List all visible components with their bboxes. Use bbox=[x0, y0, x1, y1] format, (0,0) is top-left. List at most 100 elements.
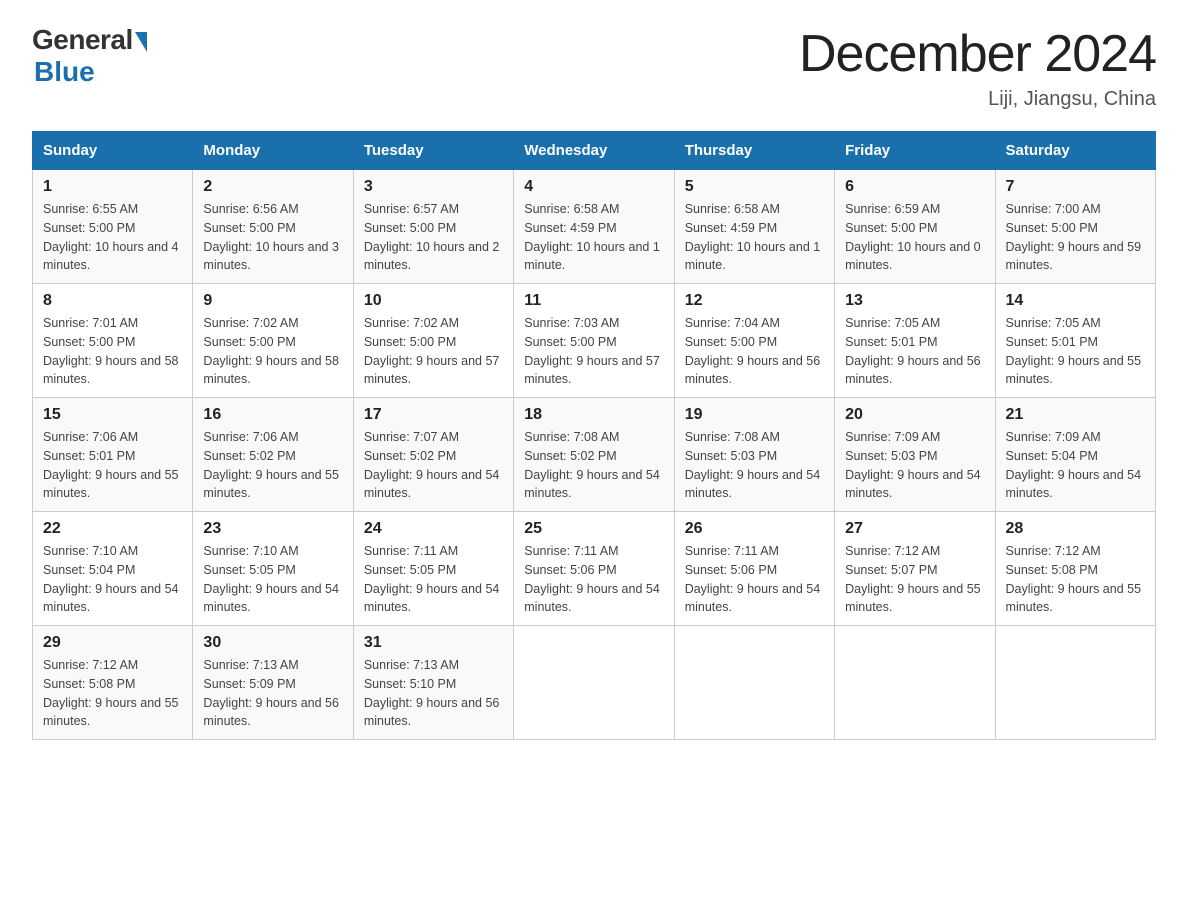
calendar-table: SundayMondayTuesdayWednesdayThursdayFrid… bbox=[32, 131, 1156, 740]
day-info: Sunrise: 6:58 AMSunset: 4:59 PMDaylight:… bbox=[524, 200, 663, 275]
header-friday: Friday bbox=[835, 132, 995, 170]
week-row-3: 15 Sunrise: 7:06 AMSunset: 5:01 PMDaylig… bbox=[33, 398, 1156, 512]
calendar-cell: 12 Sunrise: 7:04 AMSunset: 5:00 PMDaylig… bbox=[674, 284, 834, 398]
day-number: 25 bbox=[524, 520, 663, 538]
day-info: Sunrise: 7:11 AMSunset: 5:05 PMDaylight:… bbox=[364, 542, 503, 617]
calendar-cell: 17 Sunrise: 7:07 AMSunset: 5:02 PMDaylig… bbox=[353, 398, 513, 512]
day-info: Sunrise: 6:57 AMSunset: 5:00 PMDaylight:… bbox=[364, 200, 503, 275]
day-number: 24 bbox=[364, 520, 503, 538]
day-number: 29 bbox=[43, 634, 182, 652]
header-thursday: Thursday bbox=[674, 132, 834, 170]
day-info: Sunrise: 7:11 AMSunset: 5:06 PMDaylight:… bbox=[685, 542, 824, 617]
subtitle: Liji, Jiangsu, China bbox=[799, 88, 1156, 111]
calendar-cell: 26 Sunrise: 7:11 AMSunset: 5:06 PMDaylig… bbox=[674, 512, 834, 626]
day-number: 16 bbox=[203, 406, 342, 424]
calendar-cell: 2 Sunrise: 6:56 AMSunset: 5:00 PMDayligh… bbox=[193, 170, 353, 284]
day-number: 19 bbox=[685, 406, 824, 424]
calendar-cell: 9 Sunrise: 7:02 AMSunset: 5:00 PMDayligh… bbox=[193, 284, 353, 398]
calendar-cell bbox=[674, 626, 834, 740]
day-info: Sunrise: 6:56 AMSunset: 5:00 PMDaylight:… bbox=[203, 200, 342, 275]
day-info: Sunrise: 7:06 AMSunset: 5:02 PMDaylight:… bbox=[203, 428, 342, 503]
header-tuesday: Tuesday bbox=[353, 132, 513, 170]
calendar-cell: 10 Sunrise: 7:02 AMSunset: 5:00 PMDaylig… bbox=[353, 284, 513, 398]
day-info: Sunrise: 7:11 AMSunset: 5:06 PMDaylight:… bbox=[524, 542, 663, 617]
header-saturday: Saturday bbox=[995, 132, 1155, 170]
day-number: 1 bbox=[43, 178, 182, 196]
calendar-cell: 11 Sunrise: 7:03 AMSunset: 5:00 PMDaylig… bbox=[514, 284, 674, 398]
day-info: Sunrise: 7:02 AMSunset: 5:00 PMDaylight:… bbox=[364, 314, 503, 389]
logo: General Blue bbox=[32, 24, 147, 88]
calendar-header-row: SundayMondayTuesdayWednesdayThursdayFrid… bbox=[33, 132, 1156, 170]
header-sunday: Sunday bbox=[33, 132, 193, 170]
calendar-cell: 28 Sunrise: 7:12 AMSunset: 5:08 PMDaylig… bbox=[995, 512, 1155, 626]
day-number: 3 bbox=[364, 178, 503, 196]
title-section: December 2024 Liji, Jiangsu, China bbox=[799, 24, 1156, 111]
header-wednesday: Wednesday bbox=[514, 132, 674, 170]
day-info: Sunrise: 7:08 AMSunset: 5:03 PMDaylight:… bbox=[685, 428, 824, 503]
day-number: 11 bbox=[524, 292, 663, 310]
day-info: Sunrise: 7:01 AMSunset: 5:00 PMDaylight:… bbox=[43, 314, 182, 389]
calendar-cell: 6 Sunrise: 6:59 AMSunset: 5:00 PMDayligh… bbox=[835, 170, 995, 284]
day-info: Sunrise: 7:06 AMSunset: 5:01 PMDaylight:… bbox=[43, 428, 182, 503]
day-info: Sunrise: 6:55 AMSunset: 5:00 PMDaylight:… bbox=[43, 200, 182, 275]
day-number: 13 bbox=[845, 292, 984, 310]
day-info: Sunrise: 7:05 AMSunset: 5:01 PMDaylight:… bbox=[1006, 314, 1145, 389]
day-number: 22 bbox=[43, 520, 182, 538]
calendar-cell: 25 Sunrise: 7:11 AMSunset: 5:06 PMDaylig… bbox=[514, 512, 674, 626]
calendar-cell: 31 Sunrise: 7:13 AMSunset: 5:10 PMDaylig… bbox=[353, 626, 513, 740]
day-info: Sunrise: 7:05 AMSunset: 5:01 PMDaylight:… bbox=[845, 314, 984, 389]
day-number: 7 bbox=[1006, 178, 1145, 196]
day-number: 28 bbox=[1006, 520, 1145, 538]
week-row-2: 8 Sunrise: 7:01 AMSunset: 5:00 PMDayligh… bbox=[33, 284, 1156, 398]
calendar-cell: 13 Sunrise: 7:05 AMSunset: 5:01 PMDaylig… bbox=[835, 284, 995, 398]
day-number: 26 bbox=[685, 520, 824, 538]
day-info: Sunrise: 7:13 AMSunset: 5:09 PMDaylight:… bbox=[203, 656, 342, 731]
day-number: 18 bbox=[524, 406, 663, 424]
day-number: 6 bbox=[845, 178, 984, 196]
calendar-cell bbox=[995, 626, 1155, 740]
day-number: 23 bbox=[203, 520, 342, 538]
day-number: 20 bbox=[845, 406, 984, 424]
calendar-cell: 20 Sunrise: 7:09 AMSunset: 5:03 PMDaylig… bbox=[835, 398, 995, 512]
calendar-cell: 16 Sunrise: 7:06 AMSunset: 5:02 PMDaylig… bbox=[193, 398, 353, 512]
calendar-cell bbox=[835, 626, 995, 740]
day-info: Sunrise: 6:59 AMSunset: 5:00 PMDaylight:… bbox=[845, 200, 984, 275]
calendar-cell: 23 Sunrise: 7:10 AMSunset: 5:05 PMDaylig… bbox=[193, 512, 353, 626]
day-number: 27 bbox=[845, 520, 984, 538]
calendar-cell: 18 Sunrise: 7:08 AMSunset: 5:02 PMDaylig… bbox=[514, 398, 674, 512]
day-number: 17 bbox=[364, 406, 503, 424]
calendar-cell: 4 Sunrise: 6:58 AMSunset: 4:59 PMDayligh… bbox=[514, 170, 674, 284]
day-info: Sunrise: 7:03 AMSunset: 5:00 PMDaylight:… bbox=[524, 314, 663, 389]
day-info: Sunrise: 7:10 AMSunset: 5:04 PMDaylight:… bbox=[43, 542, 182, 617]
calendar-cell: 14 Sunrise: 7:05 AMSunset: 5:01 PMDaylig… bbox=[995, 284, 1155, 398]
day-info: Sunrise: 7:09 AMSunset: 5:03 PMDaylight:… bbox=[845, 428, 984, 503]
calendar-cell: 5 Sunrise: 6:58 AMSunset: 4:59 PMDayligh… bbox=[674, 170, 834, 284]
day-number: 10 bbox=[364, 292, 503, 310]
header-monday: Monday bbox=[193, 132, 353, 170]
calendar-cell bbox=[514, 626, 674, 740]
day-number: 31 bbox=[364, 634, 503, 652]
day-info: Sunrise: 6:58 AMSunset: 4:59 PMDaylight:… bbox=[685, 200, 824, 275]
day-number: 14 bbox=[1006, 292, 1145, 310]
calendar-cell: 21 Sunrise: 7:09 AMSunset: 5:04 PMDaylig… bbox=[995, 398, 1155, 512]
day-info: Sunrise: 7:13 AMSunset: 5:10 PMDaylight:… bbox=[364, 656, 503, 731]
logo-general-text: General bbox=[32, 24, 133, 56]
day-info: Sunrise: 7:12 AMSunset: 5:08 PMDaylight:… bbox=[43, 656, 182, 731]
calendar-cell: 7 Sunrise: 7:00 AMSunset: 5:00 PMDayligh… bbox=[995, 170, 1155, 284]
day-info: Sunrise: 7:04 AMSunset: 5:00 PMDaylight:… bbox=[685, 314, 824, 389]
calendar-cell: 19 Sunrise: 7:08 AMSunset: 5:03 PMDaylig… bbox=[674, 398, 834, 512]
day-number: 4 bbox=[524, 178, 663, 196]
calendar-cell: 22 Sunrise: 7:10 AMSunset: 5:04 PMDaylig… bbox=[33, 512, 193, 626]
week-row-5: 29 Sunrise: 7:12 AMSunset: 5:08 PMDaylig… bbox=[33, 626, 1156, 740]
day-number: 9 bbox=[203, 292, 342, 310]
day-number: 5 bbox=[685, 178, 824, 196]
calendar-cell: 29 Sunrise: 7:12 AMSunset: 5:08 PMDaylig… bbox=[33, 626, 193, 740]
week-row-4: 22 Sunrise: 7:10 AMSunset: 5:04 PMDaylig… bbox=[33, 512, 1156, 626]
calendar-cell: 30 Sunrise: 7:13 AMSunset: 5:09 PMDaylig… bbox=[193, 626, 353, 740]
calendar-cell: 15 Sunrise: 7:06 AMSunset: 5:01 PMDaylig… bbox=[33, 398, 193, 512]
day-info: Sunrise: 7:12 AMSunset: 5:08 PMDaylight:… bbox=[1006, 542, 1145, 617]
logo-blue-text: Blue bbox=[34, 56, 95, 88]
day-number: 12 bbox=[685, 292, 824, 310]
calendar-cell: 8 Sunrise: 7:01 AMSunset: 5:00 PMDayligh… bbox=[33, 284, 193, 398]
day-number: 2 bbox=[203, 178, 342, 196]
